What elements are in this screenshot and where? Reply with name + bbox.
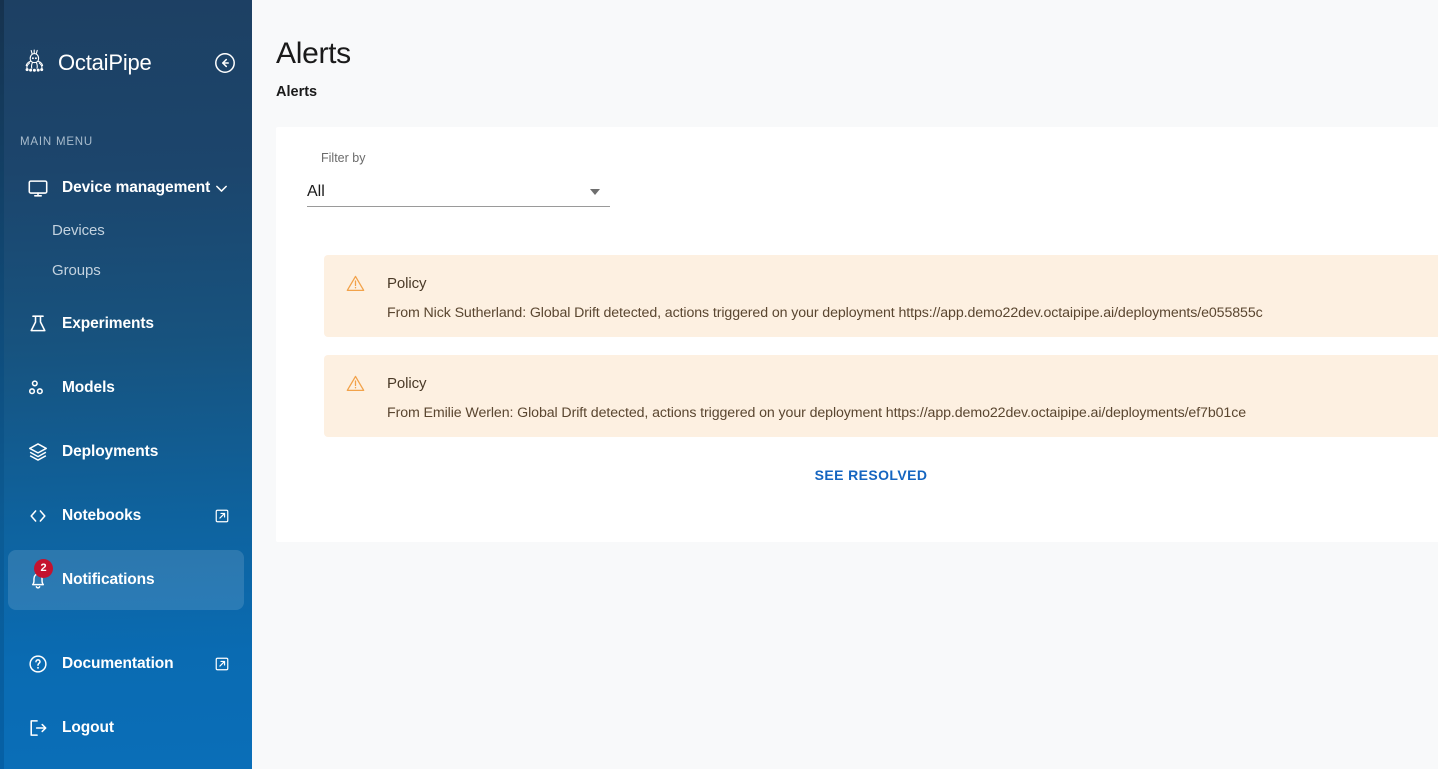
brand-name: OctaiPipe bbox=[58, 50, 152, 75]
sidebar-item-models[interactable]: Models bbox=[8, 366, 244, 410]
sidebar-item-label: Groups bbox=[52, 261, 101, 279]
chevron-down-icon[interactable] bbox=[213, 180, 230, 197]
nodes-icon bbox=[26, 376, 50, 400]
sidebar-nav: Device management Devices Groups Experim… bbox=[0, 166, 252, 750]
bell-icon: 2 bbox=[26, 559, 53, 592]
sidebar-item-label: Logout bbox=[62, 719, 114, 736]
app-root: OctaiPipe MAIN MENU Device management De… bbox=[0, 0, 1438, 769]
sidebar: OctaiPipe MAIN MENU Device management De… bbox=[0, 0, 252, 769]
main-content: Alerts Alerts Filter by All Policy From … bbox=[252, 0, 1438, 769]
alert-message: From Emilie Werlen: Global Drift detecte… bbox=[387, 405, 1246, 421]
see-resolved-link[interactable]: SEE RESOLVED bbox=[815, 467, 928, 483]
sidebar-section-label: MAIN MENU bbox=[20, 136, 94, 148]
sidebar-item-label: Notifications bbox=[62, 571, 155, 588]
filter-select[interactable]: All bbox=[307, 177, 610, 207]
see-resolved-row: SEE RESOLVED bbox=[276, 467, 1438, 485]
external-link-icon[interactable] bbox=[213, 508, 230, 525]
sidebar-item-label: Experiments bbox=[62, 315, 154, 332]
caret-down-icon[interactable] bbox=[590, 188, 600, 195]
filter-label: Filter by bbox=[321, 151, 366, 165]
layers-icon bbox=[26, 440, 50, 464]
notifications-badge: 2 bbox=[34, 559, 53, 578]
question-circle-icon bbox=[26, 652, 50, 676]
sidebar-item-devices[interactable]: Devices bbox=[0, 210, 252, 250]
sidebar-item-deployments[interactable]: Deployments bbox=[8, 430, 244, 474]
logout-icon bbox=[26, 716, 50, 740]
alert-item: Policy From Nick Sutherland: Global Drif… bbox=[324, 255, 1438, 337]
sidebar-item-label: Models bbox=[62, 379, 115, 396]
sidebar-item-label: Device management bbox=[62, 179, 211, 196]
sidebar-item-experiments[interactable]: Experiments bbox=[8, 302, 244, 346]
alerts-list: Policy From Nick Sutherland: Global Drif… bbox=[324, 255, 1438, 455]
sidebar-item-label: Notebooks bbox=[62, 507, 142, 524]
sidebar-item-notebooks[interactable]: Notebooks bbox=[8, 494, 244, 538]
alert-header: Policy bbox=[346, 273, 1438, 293]
circle-arrow-left-icon[interactable] bbox=[213, 51, 237, 75]
sidebar-item-device-management[interactable]: Device management bbox=[8, 166, 244, 210]
brand-row: OctaiPipe bbox=[0, 42, 252, 84]
warning-triangle-icon bbox=[346, 374, 365, 393]
filter-by-control: Filter by All bbox=[307, 152, 610, 207]
breadcrumb: Alerts bbox=[276, 84, 318, 100]
alert-kind: Policy bbox=[387, 374, 427, 392]
sidebar-item-groups[interactable]: Groups bbox=[0, 250, 252, 290]
alert-item: Policy From Emilie Werlen: Global Drift … bbox=[324, 355, 1438, 437]
sidebar-item-documentation[interactable]: Documentation bbox=[8, 642, 244, 686]
sidebar-item-logout[interactable]: Logout bbox=[8, 706, 244, 750]
alert-header: Policy bbox=[346, 373, 1438, 393]
code-brackets-icon bbox=[26, 504, 50, 528]
alert-message: From Nick Sutherland: Global Drift detec… bbox=[387, 305, 1263, 321]
alert-kind: Policy bbox=[387, 274, 427, 292]
sidebar-item-label: Deployments bbox=[62, 443, 159, 460]
alerts-panel: Filter by All Policy From Nick Sutherlan… bbox=[276, 127, 1438, 542]
sidebar-item-label: Documentation bbox=[62, 655, 174, 672]
flask-icon bbox=[26, 312, 50, 336]
sidebar-item-label: Devices bbox=[52, 221, 105, 239]
external-link-icon[interactable] bbox=[213, 656, 230, 673]
filter-selected-value: All bbox=[307, 182, 325, 200]
warning-triangle-icon bbox=[346, 274, 365, 293]
sidebar-item-notifications[interactable]: 2 Notifications bbox=[8, 550, 244, 610]
octopus-logo-icon bbox=[24, 49, 50, 77]
monitor-icon bbox=[26, 176, 50, 200]
page-title: Alerts bbox=[276, 37, 351, 70]
